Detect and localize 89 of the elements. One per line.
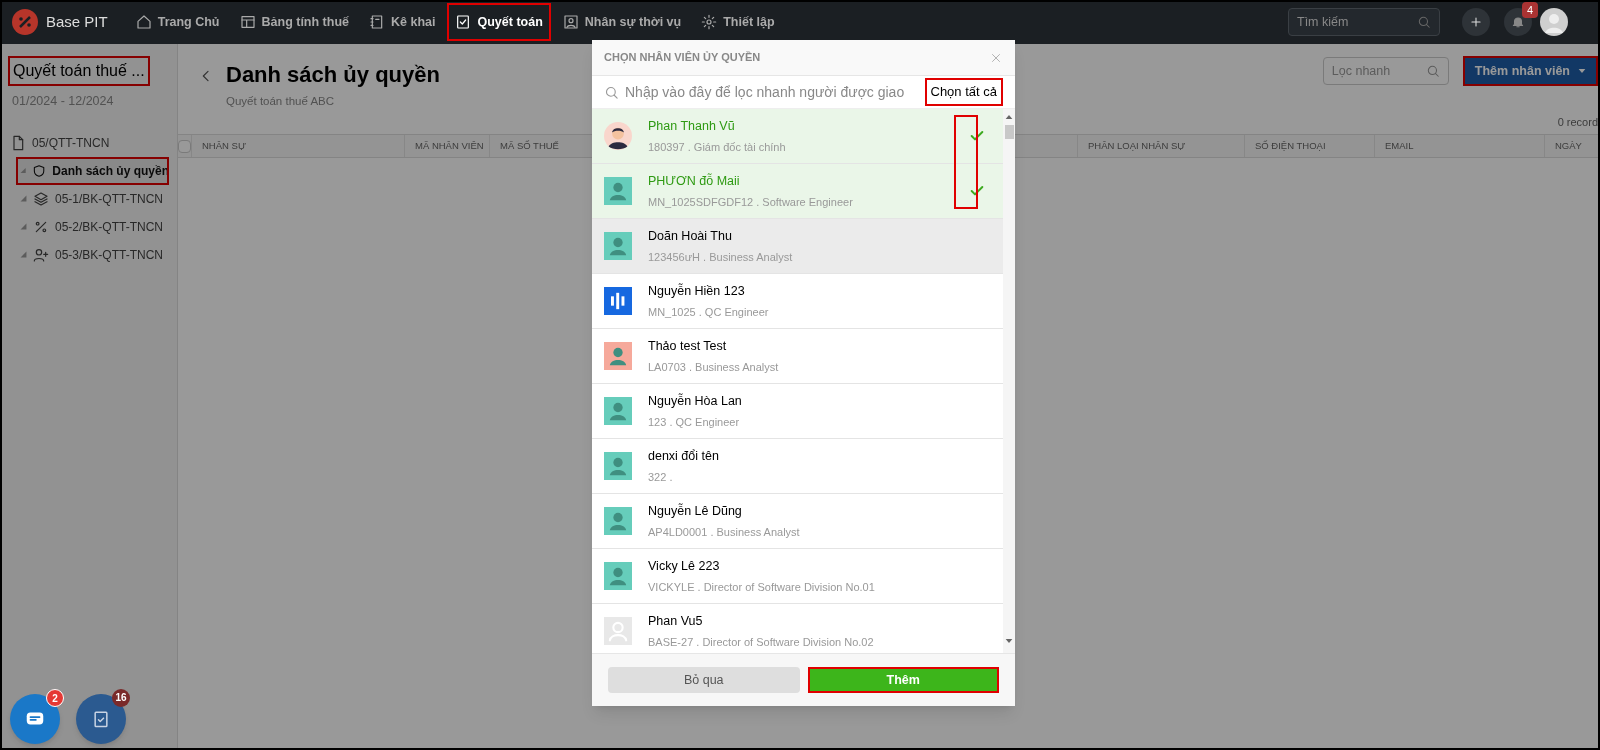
column-header: MÃ SỐ THUẾ	[500, 138, 559, 153]
column-header: SỐ ĐIỆN THOẠI	[1255, 138, 1326, 153]
employee-name: Doãn Hoài Thu	[648, 227, 733, 245]
notebook-icon	[369, 14, 385, 30]
employee-detail: BASE-27 . Director of Software Division No.02	[648, 634, 875, 650]
employee-name: Nguyễn Lê Dũng	[648, 502, 743, 520]
employee-row[interactable]: Doãn Hoài Thu 123456ưH . Business Analyst	[592, 219, 1003, 274]
employee-detail: VICKYLE . Director of Software Division No.01	[648, 579, 876, 595]
employee-detail: 322 .	[648, 469, 674, 485]
select-all-link[interactable]: Chọn tất cả	[924, 78, 1003, 106]
caret-icon	[20, 167, 27, 175]
employee-detail: 123456ưH . Business Analyst	[648, 249, 794, 265]
caret-icon	[20, 223, 27, 231]
column-header: MÃ NHÂN VIÊN	[415, 138, 484, 153]
add-button[interactable]	[1462, 8, 1490, 36]
nav-tab[interactable]: Quyết toán	[447, 3, 551, 41]
search-icon	[1425, 64, 1440, 78]
employee-name: Phan Vu5	[648, 612, 704, 630]
person-avatar	[604, 122, 632, 150]
employee-row[interactable]: denxi đổi tên 322 .	[592, 439, 1003, 494]
column-header: EMAIL	[1385, 138, 1414, 153]
employee-name: Nguyễn Hiền 123	[648, 282, 746, 300]
employee-row[interactable]: Thảo test Test LA0703 . Business Analyst	[592, 329, 1003, 384]
column-header: NGÀY	[1555, 138, 1582, 153]
table-icon	[239, 14, 256, 30]
nav-tab[interactable]: Bảng tính thuế	[231, 3, 357, 41]
caret-icon	[20, 195, 27, 203]
logo-icon	[12, 9, 38, 35]
search-field[interactable]: Tìm kiếm	[1288, 8, 1440, 36]
filter-field[interactable]: Nhập vào đây để lọc nhanh người được giao	[604, 79, 917, 105]
settings-icon	[701, 14, 718, 30]
plus-icon	[1469, 15, 1483, 29]
person-card-icon	[562, 14, 579, 30]
employee-detail: MN_1025 . QC Engineer	[648, 304, 770, 320]
employee-name: Nguyễn Hòa Lan	[648, 392, 743, 410]
nav-tab[interactable]: Thiết lập	[693, 3, 783, 41]
file-icon	[10, 134, 26, 151]
user-avatar[interactable]	[1540, 8, 1568, 36]
employee-detail: AP4LD0001 . Business Analyst	[648, 524, 801, 540]
employee-detail: 123 . QC Engineer	[648, 414, 741, 430]
sidebar-title: Quyết toán thuế ...	[8, 56, 150, 86]
employee-row[interactable]: Vicky Lê 223 VICKYLE . Director of Software Division No.01	[592, 549, 1003, 604]
dialog-title: CHỌN NHÂN VIÊN ỦY QUYỀN	[604, 50, 762, 66]
employee-name: Phan Thanh Vũ	[648, 117, 736, 135]
nav-tab[interactable]: Trang Chủ	[127, 3, 228, 41]
header-checkbox[interactable]	[178, 139, 191, 153]
record-count: 0 record	[1557, 115, 1598, 130]
page-subtitle: Quyết toán thuế ABC	[226, 94, 336, 109]
layers-icon	[33, 190, 49, 207]
page-title: Danh sách ủy quyền	[226, 61, 440, 89]
search-icon	[604, 84, 619, 100]
employee-row[interactable]: Nguyễn Lê Dũng AP4LD0001 . Business Analyst	[592, 494, 1003, 549]
employee-detail: 180397 . Giám đốc tài chính	[648, 139, 787, 155]
nav-tab[interactable]: Nhân sự thời vụ	[554, 3, 690, 41]
shield-icon	[32, 162, 47, 179]
scroll-up-icon	[1005, 113, 1013, 121]
clipboard-check-icon	[91, 709, 111, 729]
tree-item[interactable]: 05-3/BK-QTT-TNCN	[16, 240, 169, 269]
employee-detail: LA0703 . Business Analyst	[648, 359, 780, 375]
notification-button[interactable]	[1504, 8, 1532, 36]
tree-item[interactable]: 05-1/BK-QTT-TNCN	[16, 184, 169, 213]
scrollbar-thumb[interactable]	[1004, 125, 1014, 139]
scroll-down-icon	[1005, 637, 1013, 645]
home-icon	[135, 14, 152, 30]
employee-name: denxi đổi tên	[648, 447, 720, 465]
employee-row[interactable]: Nguyễn Hiền 123 MN_1025 . QC Engineer	[592, 274, 1003, 329]
column-header: PHÂN LOẠI NHÂN SỰ	[1088, 138, 1186, 153]
checklist-icon	[455, 14, 472, 30]
notification-badge: 4	[1522, 2, 1538, 18]
bell-icon	[1511, 15, 1525, 29]
add-employee-button[interactable]: Thêm nhân viên	[1462, 56, 1598, 86]
caret-icon	[20, 251, 27, 259]
caret-icon	[1578, 67, 1586, 75]
column-header: NHÂN SỰ	[202, 138, 246, 153]
logo-avatar	[604, 287, 632, 315]
nav-tab[interactable]: Kê khai	[361, 3, 444, 41]
employee-name: Thảo test Test	[648, 337, 728, 355]
close-icon	[990, 51, 1002, 64]
employee-name: Vicky Lê 223	[648, 557, 721, 575]
tree-item[interactable]: 05-2/BK-QTT-TNCN	[16, 212, 169, 241]
cancel-button[interactable]: Bỏ qua	[608, 667, 800, 693]
employee-row[interactable]: Nguyễn Hòa Lan 123 . QC Engineer	[592, 384, 1003, 439]
brand-name: Base PIT	[46, 11, 108, 32]
employee-detail: MN_1025SDFGDF12 . Software Engineer	[648, 194, 854, 210]
search-icon	[1417, 15, 1431, 29]
user-plus-icon	[33, 246, 49, 263]
employee-name: PHƯƠN đỗ Maii	[648, 172, 741, 190]
tree-item[interactable]: 05/QTT-TNCN	[0, 128, 177, 157]
period-label: 01/2024 - 12/2024	[12, 93, 115, 110]
